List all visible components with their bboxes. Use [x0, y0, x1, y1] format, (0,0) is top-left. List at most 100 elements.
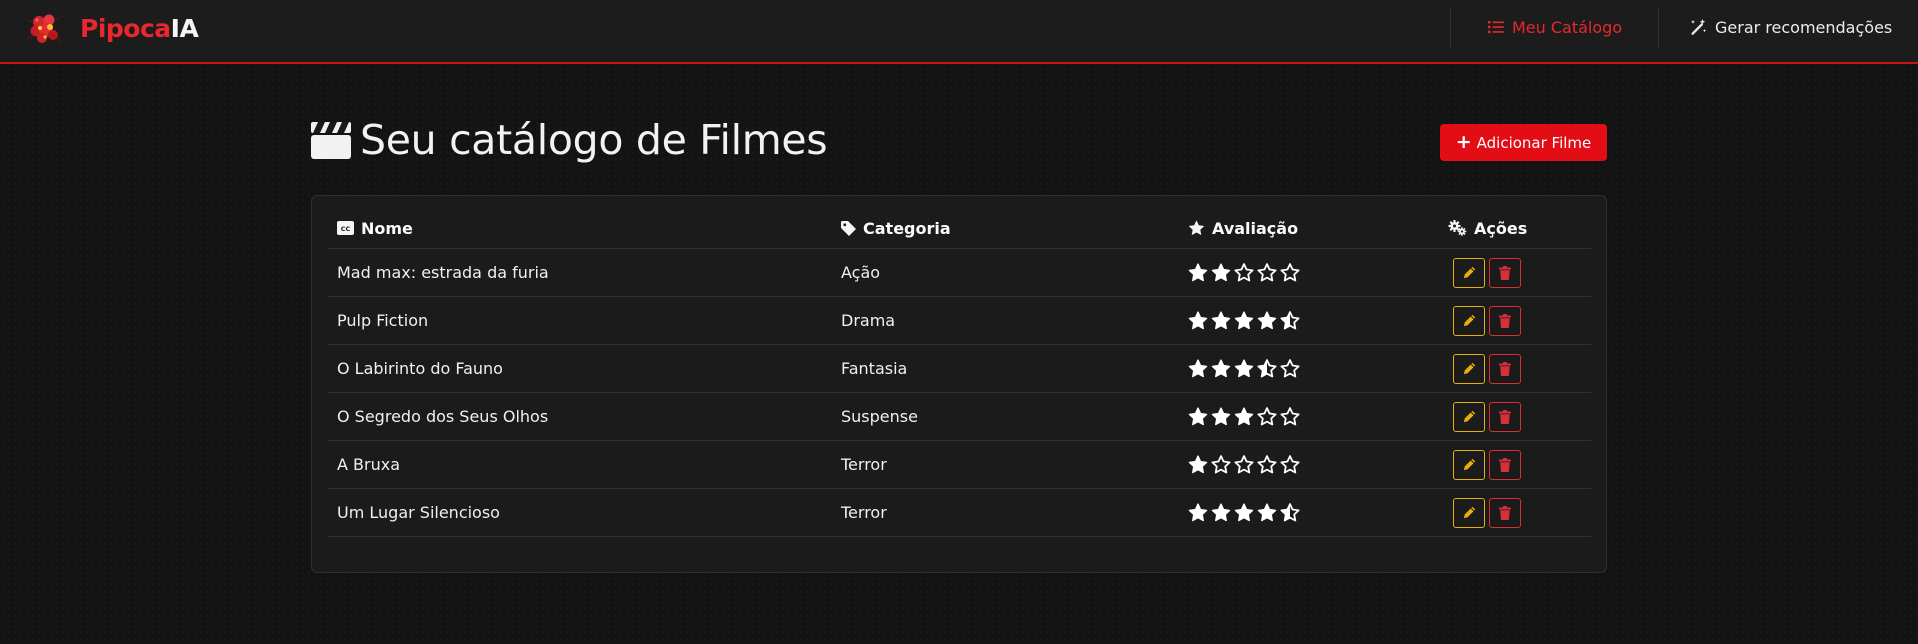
star-icon	[1257, 263, 1277, 282]
delete-button[interactable]	[1489, 257, 1521, 288]
star-icon	[1211, 359, 1231, 378]
table-row: A Bruxa Terror	[328, 441, 1591, 489]
star-icon	[1257, 503, 1277, 522]
rating-stars	[1188, 359, 1303, 378]
pencil-icon	[1463, 266, 1475, 279]
row-actions	[1453, 393, 1521, 440]
star-icon	[1211, 263, 1231, 282]
delete-button[interactable]	[1489, 353, 1521, 384]
tag-icon	[841, 220, 856, 236]
movie-name: O Labirinto do Fauno	[337, 359, 503, 378]
add-movie-label: Adicionar Filme	[1476, 133, 1592, 152]
brand-link[interactable]: PipocaIA	[20, 8, 199, 48]
star-icon	[1280, 503, 1300, 522]
movie-rating	[1188, 393, 1303, 440]
movie-rating	[1188, 441, 1303, 488]
star-icon	[1280, 263, 1300, 282]
trash-icon	[1499, 457, 1511, 472]
star-icon	[1211, 311, 1231, 330]
column-header-actions-label: Ações	[1474, 218, 1528, 238]
movie-name: Pulp Fiction	[337, 311, 429, 330]
delete-button[interactable]	[1489, 449, 1521, 480]
edit-button[interactable]	[1453, 257, 1485, 288]
star-icon	[1211, 407, 1231, 426]
edit-button[interactable]	[1453, 497, 1485, 528]
plus-icon: +	[1455, 131, 1472, 153]
star-icon	[1234, 455, 1254, 474]
star-icon	[1211, 503, 1231, 522]
movie-name: A Bruxa	[337, 455, 400, 474]
brand-name-part1: Pipoca	[80, 13, 171, 43]
star-icon	[1234, 263, 1254, 282]
nav-link-catalog-label: Meu Catálogo	[1512, 17, 1623, 37]
column-header-name-label: Nome	[361, 218, 413, 238]
movie-category: Fantasia	[841, 359, 908, 378]
page-header: Seu catálogo de Filmes	[311, 112, 828, 168]
movie-category: Drama	[841, 311, 896, 330]
magic-wand-icon	[1691, 18, 1707, 35]
rating-stars	[1188, 311, 1303, 330]
edit-button[interactable]	[1453, 449, 1485, 480]
nav-divider	[1450, 7, 1451, 47]
edit-button[interactable]	[1453, 401, 1485, 432]
delete-button[interactable]	[1489, 401, 1521, 432]
star-icon	[1188, 455, 1208, 474]
movie-name: O Segredo dos Seus Olhos	[337, 407, 549, 426]
movie-name: Mad max: estrada da furia	[337, 263, 549, 282]
movie-name: Um Lugar Silencioso	[337, 503, 500, 522]
movie-category: Ação	[841, 263, 881, 282]
star-icon	[1211, 455, 1231, 474]
rating-stars	[1188, 407, 1303, 426]
delete-button[interactable]	[1489, 305, 1521, 336]
movie-rating	[1188, 345, 1303, 392]
star-icon	[1257, 407, 1277, 426]
brand-name-part2: IA	[170, 13, 199, 43]
movie-category: Suspense	[841, 407, 918, 426]
column-header-rating-label: Avaliação	[1212, 218, 1299, 238]
star-icon	[1280, 359, 1300, 378]
pencil-icon	[1463, 458, 1475, 471]
edit-button[interactable]	[1453, 353, 1485, 384]
movie-category: Terror	[841, 503, 887, 522]
popcorn-logo-icon	[23, 12, 67, 46]
rating-stars	[1188, 503, 1303, 522]
star-icon	[1234, 359, 1254, 378]
column-header-name: CC Nome	[337, 218, 413, 238]
brand-name: PipocaIA	[80, 13, 199, 43]
nav-link-recommend-label: Gerar recomendações	[1715, 17, 1893, 37]
row-actions	[1453, 297, 1521, 344]
table-row: Mad max: estrada da furia Ação	[328, 249, 1591, 297]
star-icon	[1234, 311, 1254, 330]
row-actions	[1453, 249, 1521, 296]
delete-button[interactable]	[1489, 497, 1521, 528]
catalog-table: CC Nome Categoria Avaliação Ações Mad ma…	[311, 195, 1607, 573]
column-header-rating: Avaliação	[1188, 218, 1298, 238]
pencil-icon	[1463, 410, 1475, 423]
trash-icon	[1499, 265, 1511, 280]
rating-stars	[1188, 263, 1303, 282]
nav-link-catalog[interactable]: Meu Catálogo	[1488, 14, 1622, 40]
row-actions	[1453, 441, 1521, 488]
star-icon	[1234, 503, 1254, 522]
add-movie-button[interactable]: + Adicionar Filme	[1440, 124, 1607, 161]
column-header-category: Categoria	[841, 218, 951, 238]
star-icon	[1257, 455, 1277, 474]
closed-captioning-icon: CC	[337, 221, 354, 235]
table-row: Um Lugar Silencioso Terror	[328, 489, 1591, 537]
table-row: O Labirinto do Fauno Fantasia	[328, 345, 1591, 393]
rating-stars	[1188, 455, 1303, 474]
list-icon	[1488, 21, 1504, 34]
column-header-category-label: Categoria	[863, 218, 951, 238]
pencil-icon	[1463, 362, 1475, 375]
pencil-icon	[1463, 506, 1475, 519]
nav-link-recommend[interactable]: Gerar recomendações	[1690, 14, 1892, 40]
movie-category: Terror	[841, 455, 887, 474]
movie-rating	[1188, 297, 1303, 344]
star-icon	[1257, 359, 1277, 378]
star-icon	[1257, 311, 1277, 330]
row-actions	[1453, 489, 1521, 536]
column-header-actions: Ações	[1448, 218, 1527, 238]
navbar: PipocaIA Meu Catálogo Gerar recomendaçõe…	[0, 0, 1918, 64]
row-actions	[1453, 345, 1521, 392]
edit-button[interactable]	[1453, 305, 1485, 336]
